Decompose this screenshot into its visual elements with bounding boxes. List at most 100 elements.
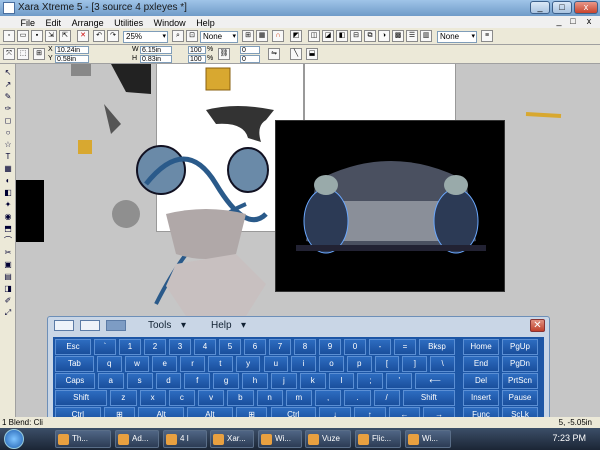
side-key-1-0[interactable]: End [463, 356, 499, 372]
lock-aspect-icon[interactable]: ⛓ [218, 48, 230, 60]
quality-combo[interactable]: None ▾ [200, 31, 238, 43]
keyboard-help-menu[interactable]: Help [211, 320, 232, 331]
side-key-0-0[interactable]: Home [463, 339, 499, 355]
key-0-0[interactable]: Esc [55, 339, 91, 355]
doc-restore-button[interactable]: □ [566, 16, 580, 26]
tool-11-icon[interactable]: ✦ [2, 200, 14, 210]
side-key-2-1[interactable]: PrtScn [502, 373, 538, 389]
tool-4-icon[interactable]: ◻ [2, 116, 14, 126]
key-3-1[interactable]: z [110, 390, 137, 406]
tool-0-icon[interactable]: ↖ [2, 68, 14, 78]
side-key-3-1[interactable]: Pause [502, 390, 538, 406]
scale-width-field[interactable]: 100 [188, 46, 206, 54]
key-0-5[interactable]: 4 [194, 339, 216, 355]
skew-angle-field[interactable]: 0 [240, 55, 260, 63]
bring-front-icon[interactable]: ◩ [290, 30, 302, 42]
keyboard-tools-menu[interactable]: Tools [148, 320, 171, 331]
keyboard-mode-full[interactable] [106, 320, 126, 331]
key-3-10[interactable]: / [373, 390, 400, 406]
y-position-field[interactable]: 0.58in [55, 55, 89, 63]
tool-12-icon[interactable]: ◉ [2, 212, 14, 222]
key-0-13[interactable]: = [394, 339, 416, 355]
key-1-0[interactable]: Tab [55, 356, 94, 372]
tool-15-icon[interactable]: ✂ [2, 248, 14, 258]
key-1-6[interactable]: y [235, 356, 261, 372]
select-inside-icon[interactable]: ⬚ [17, 48, 29, 60]
side-key-1-1[interactable]: PgDn [502, 356, 538, 372]
key-0-1[interactable]: ` [94, 339, 116, 355]
key-1-1[interactable]: q [96, 356, 122, 372]
side-key-0-1[interactable]: PgUp [502, 339, 538, 355]
key-0-6[interactable]: 5 [219, 339, 241, 355]
close-button[interactable]: x [574, 1, 598, 14]
doc-menu-icon[interactable] [0, 16, 14, 26]
taskbar-item-6[interactable]: Flic... [355, 430, 401, 448]
snap-icon[interactable]: ⊞ [242, 30, 254, 42]
height-field[interactable]: 0.83in [140, 55, 172, 63]
key-2-5[interactable]: g [213, 373, 240, 389]
xara-app-icon[interactable] [3, 2, 15, 14]
key-0-8[interactable]: 7 [269, 339, 291, 355]
tool-7-icon[interactable]: T [2, 152, 14, 162]
doc-close-button[interactable]: x [582, 16, 596, 26]
key-2-10[interactable]: ; [357, 373, 384, 389]
fit-icon[interactable]: ⬓ [306, 48, 318, 60]
keyboard-tools-menu-arrow[interactable]: ▾ [181, 320, 186, 331]
rotation-angle-field[interactable]: 0 [240, 46, 260, 54]
tool-2-icon[interactable]: ✎ [2, 92, 14, 102]
import-icon[interactable]: ⇲ [45, 30, 57, 42]
open-icon[interactable]: ▭ [17, 30, 29, 42]
align-icon[interactable]: ⊟ [350, 30, 362, 42]
group-icon[interactable]: ◫ [308, 30, 320, 42]
tool-17-icon[interactable]: ▤ [2, 272, 14, 282]
zoom-fit-icon[interactable]: ⊡ [186, 30, 198, 42]
minimize-button[interactable]: _ [530, 1, 550, 14]
key-0-9[interactable]: 8 [294, 339, 316, 355]
line-width-combo[interactable]: None ▾ [437, 31, 477, 43]
key-1-9[interactable]: o [319, 356, 344, 372]
key-3-2[interactable]: x [139, 390, 166, 406]
keyboard-close-button[interactable]: ✕ [530, 319, 545, 332]
key-3-0[interactable]: Shift [55, 390, 108, 406]
taskbar-item-7[interactable]: Wi... [405, 430, 451, 448]
taskbar-item-4[interactable]: Wi... [258, 430, 302, 448]
line-tool-icon[interactable]: ╲ [290, 48, 302, 60]
key-3-9[interactable]: . [344, 390, 371, 406]
key-1-8[interactable]: i [291, 356, 317, 372]
position-anchor-icon[interactable]: ⊞ [33, 48, 45, 60]
key-3-8[interactable]: , [315, 390, 342, 406]
side-key-2-0[interactable]: Del [463, 373, 499, 389]
keyboard-help-menu-arrow[interactable]: ▾ [241, 320, 246, 331]
new-icon[interactable]: ▫ [3, 30, 15, 42]
start-button[interactable] [4, 429, 24, 449]
key-2-2[interactable]: s [126, 373, 153, 389]
grid-icon[interactable]: ▦ [256, 30, 268, 42]
tool-20-icon[interactable]: ⤢ [2, 308, 14, 318]
side-key-3-0[interactable]: Insert [463, 390, 499, 406]
key-1-3[interactable]: e [152, 356, 178, 372]
tool-18-icon[interactable]: ◨ [2, 284, 14, 294]
tool-16-icon[interactable]: ▣ [2, 260, 14, 270]
x-position-field[interactable]: 10.24in [55, 46, 89, 54]
key-1-10[interactable]: p [346, 356, 372, 372]
key-1-5[interactable]: t [207, 356, 233, 372]
key-2-8[interactable]: k [299, 373, 326, 389]
keyboard-mode-standard[interactable] [54, 320, 74, 331]
gallery-icon[interactable]: ▥ [420, 30, 432, 42]
keyboard-mode-compact[interactable] [80, 320, 100, 331]
scale-height-field[interactable]: 100 [188, 55, 206, 63]
key-3-7[interactable]: m [285, 390, 312, 406]
tool-1-icon[interactable]: ↗ [2, 80, 14, 90]
tool-10-icon[interactable]: ◧ [2, 188, 14, 198]
key-2-4[interactable]: f [184, 373, 211, 389]
key-1-7[interactable]: u [263, 356, 289, 372]
maximize-button[interactable]: □ [552, 1, 572, 14]
key-0-3[interactable]: 2 [144, 339, 166, 355]
taskbar-item-1[interactable]: Ad... [115, 430, 159, 448]
taskbar-item-5[interactable]: Vuze [305, 430, 351, 448]
key-0-2[interactable]: 1 [119, 339, 141, 355]
bitmap-icon[interactable]: ▩ [392, 30, 404, 42]
ungroup-icon[interactable]: ◪ [322, 30, 334, 42]
key-1-2[interactable]: w [124, 356, 150, 372]
zoom-tool-icon[interactable]: ⌕ [172, 30, 184, 42]
